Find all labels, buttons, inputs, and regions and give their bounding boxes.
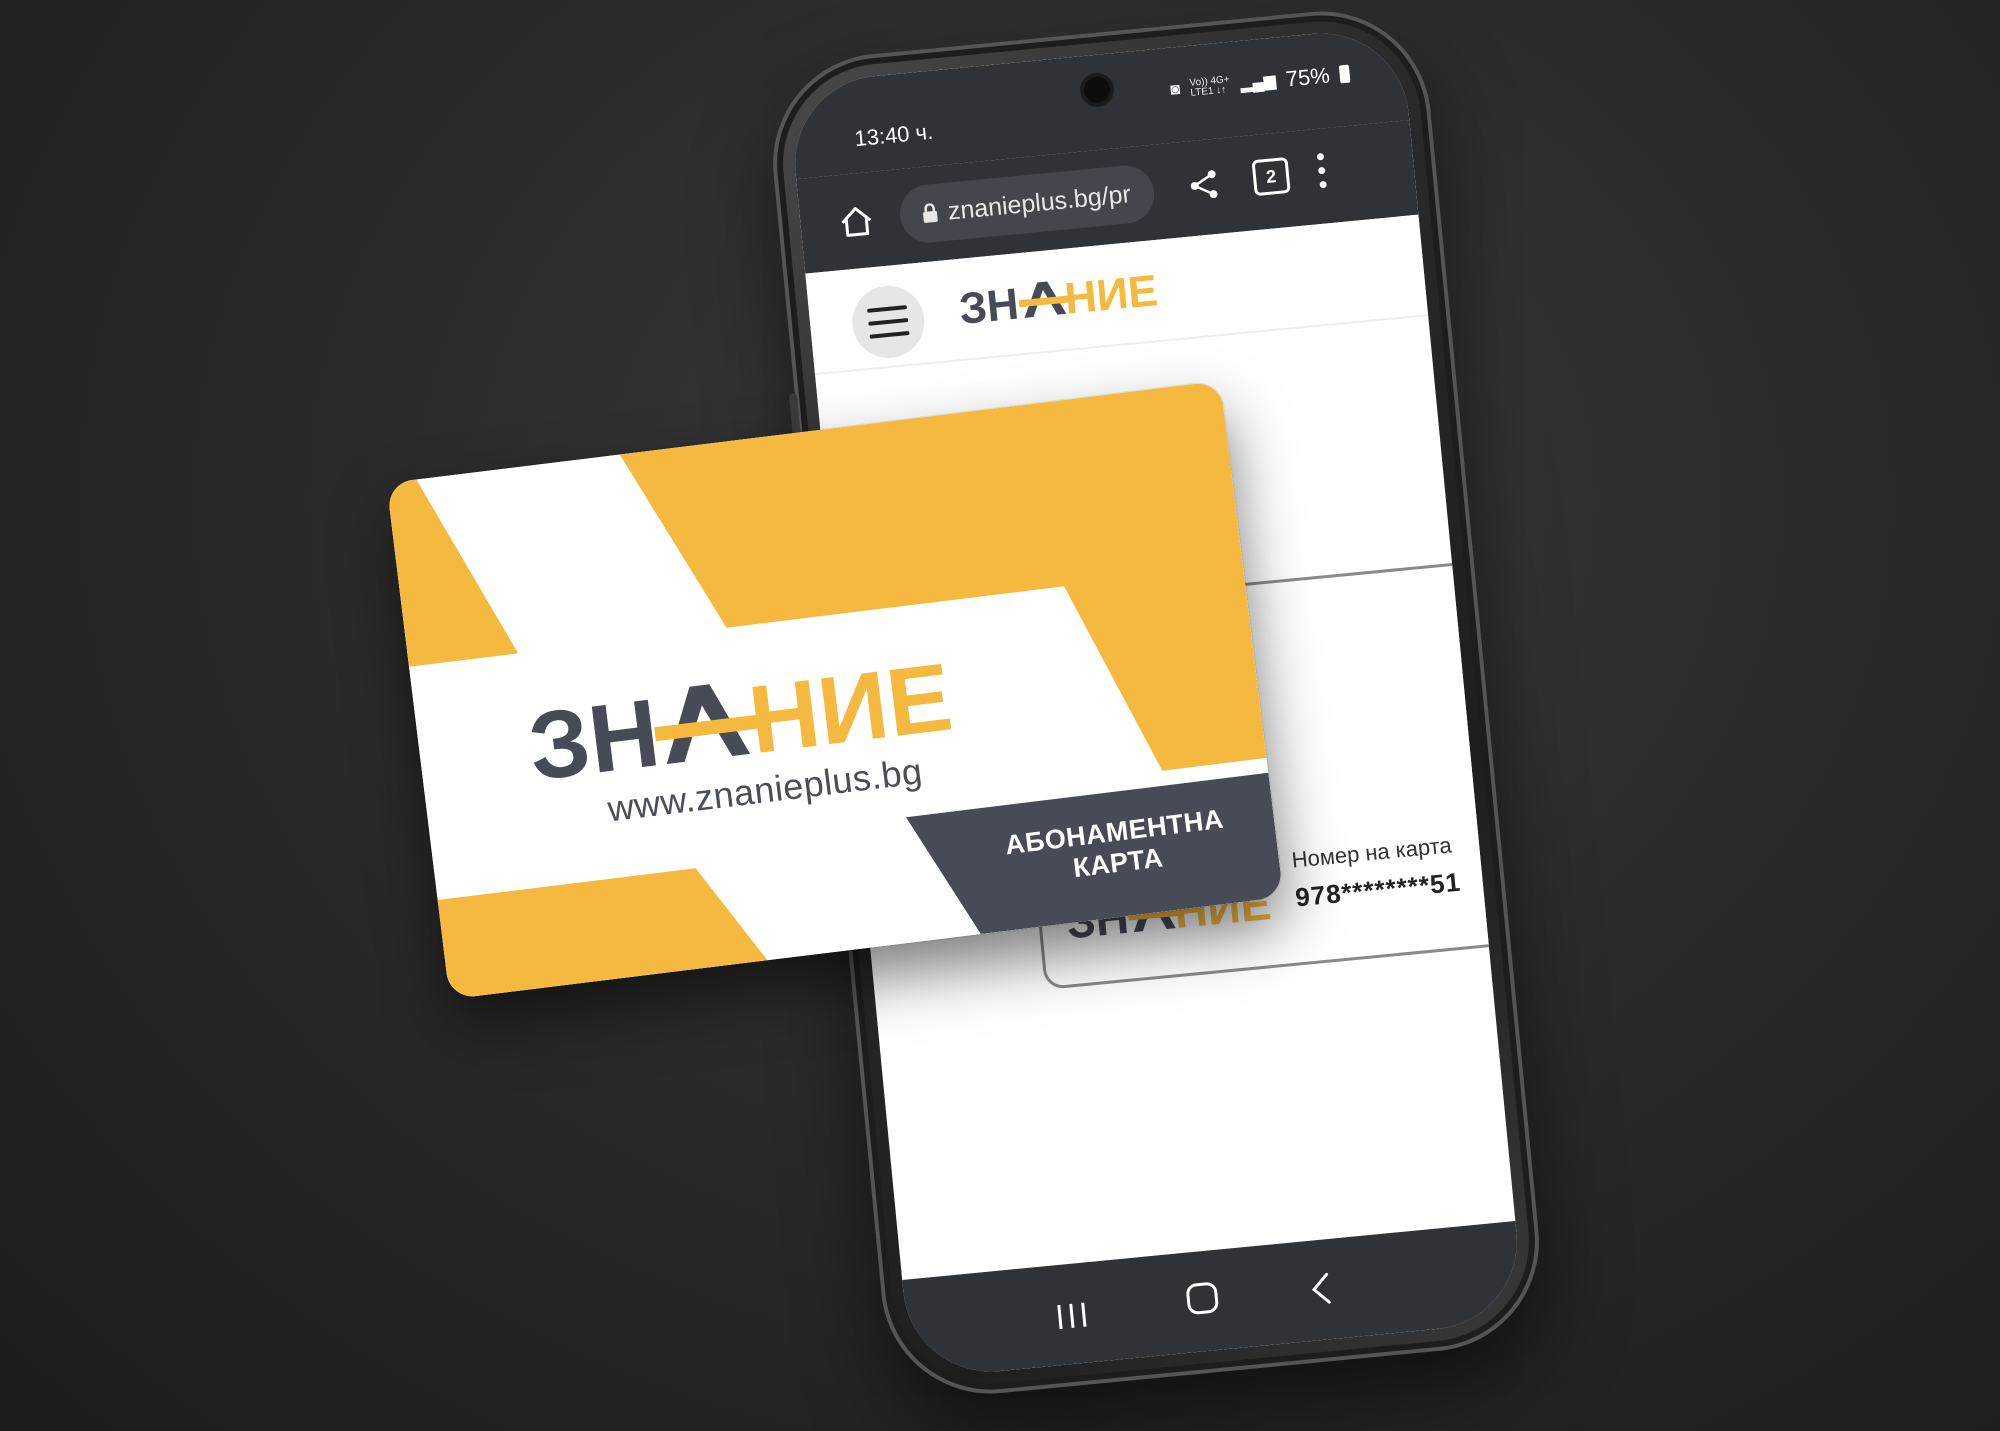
signal-icon: ▂▄▆ [1239,72,1277,94]
network-indicator: Vo)) 4G+ LTE1 ↓↑ [1188,74,1231,99]
nav-home-icon[interactable] [1184,1280,1221,1317]
address-bar[interactable]: znanieplus.bg/pr [897,162,1157,246]
svg-text:ЗН: ЗН [523,679,665,792]
status-time: 13:40 ч. [853,118,935,152]
svg-text:ЗН: ЗН [957,279,1021,331]
hamburger-menu-button[interactable] [849,282,928,362]
tabs-icon[interactable]: 2 [1251,156,1291,197]
status-icons: ◙ Vo)) 4G+ LTE1 ↓↑ ▂▄▆ 75% [1169,61,1351,104]
site-logo[interactable]: ЗН НИЕ [957,264,1171,332]
more-icon[interactable] [1316,150,1328,191]
svg-text:НИЕ: НИЕ [1063,266,1160,324]
recents-icon[interactable] [1055,1300,1090,1331]
notification-icon: ◙ [1169,80,1181,99]
battery-percent: 75% [1284,62,1331,92]
menu-icon [867,305,910,339]
url-text: znanieplus.bg/pr [946,179,1132,226]
android-nav-bar [902,1220,1525,1380]
card-number: 978********51 [1293,866,1463,913]
subscription-card: ЗН НИЕ www.znanieplus.bg АБОНАМЕНТНА КАР… [386,380,1284,1000]
share-icon[interactable] [1187,169,1220,202]
card-number-label: Номер на карта [1290,832,1453,873]
front-camera [1082,75,1112,105]
home-icon[interactable] [837,202,876,241]
back-icon[interactable] [1308,1271,1333,1307]
lock-icon [923,203,938,223]
battery-icon [1338,64,1351,84]
